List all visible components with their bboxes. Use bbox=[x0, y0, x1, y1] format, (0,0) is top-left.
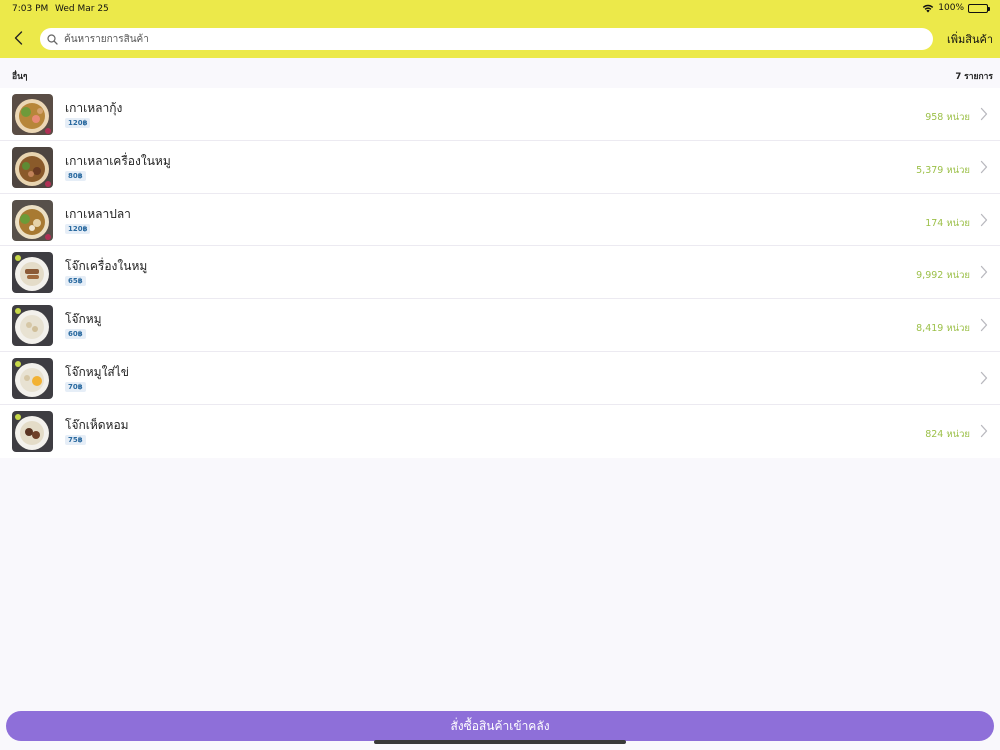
search-input[interactable] bbox=[62, 32, 902, 46]
product-thumbnail bbox=[12, 357, 53, 399]
section-title: อื่นๆ bbox=[12, 72, 28, 82]
chevron-right-icon bbox=[980, 266, 988, 279]
price-badge: 65฿ bbox=[65, 276, 86, 287]
product-thumbnail bbox=[12, 146, 53, 188]
product-row[interactable]: โจ๊กเครื่องในหมู 65฿ 9,992 หน่วย bbox=[0, 246, 1000, 300]
chevron-right-icon bbox=[980, 371, 988, 385]
product-name: โจ๊กหมูใส่ไข่ bbox=[65, 364, 129, 379]
product-name: เกาเหลากุ้ง bbox=[65, 101, 123, 115]
price-badge: 120฿ bbox=[65, 118, 91, 128]
price-badge: 80฿ bbox=[65, 170, 86, 181]
product-row[interactable]: เกาเหลาเครื่องในหมู 80฿ 5,379 หน่วย bbox=[0, 141, 1000, 194]
product-thumbnail bbox=[12, 410, 53, 452]
product-row[interactable]: โจ๊กเห็ดหอม 75฿ 824 หน่วย bbox=[0, 405, 1000, 458]
product-row[interactable]: เกาเหลากุ้ง 120฿ 958 หน่วย bbox=[0, 88, 1000, 141]
chevron-right-icon bbox=[980, 107, 988, 121]
wifi-icon bbox=[923, 4, 934, 13]
chevron-left-icon bbox=[14, 31, 22, 45]
section-header: อื่นๆ 7 รายการ bbox=[0, 58, 1000, 88]
chevron-right-icon bbox=[980, 319, 988, 332]
product-name: โจ๊กเครื่องในหมู bbox=[65, 259, 148, 274]
product-list: เกาเหลากุ้ง 120฿ 958 หน่วย เกาเหลาเครื่อ… bbox=[0, 88, 1000, 458]
section-count: 7 รายการ bbox=[955, 72, 993, 82]
product-name: เกาเหลาเครื่องในหมู bbox=[65, 153, 171, 168]
stock-quantity: 9,992 หน่วย bbox=[916, 270, 970, 282]
chevron-right-icon bbox=[980, 424, 988, 437]
product-row[interactable]: เกาเหลาปลา 120฿ 174 หน่วย bbox=[0, 194, 1000, 247]
stock-quantity: 824 หน่วย bbox=[925, 428, 970, 440]
stock-quantity: 958 หน่วย bbox=[925, 112, 970, 123]
search-icon bbox=[47, 33, 58, 45]
stock-quantity: 5,379 หน่วย bbox=[916, 164, 970, 176]
stock-quantity: 8,419 หน่วย bbox=[916, 323, 970, 335]
stock-quantity: 174 หน่วย bbox=[925, 217, 970, 229]
chevron-right-icon bbox=[980, 213, 988, 226]
battery-icon bbox=[968, 3, 990, 13]
add-product-button[interactable]: เพิ่มสินค้า bbox=[947, 30, 993, 48]
price-badge: 70฿ bbox=[65, 381, 86, 392]
price-badge: 120฿ bbox=[65, 223, 91, 234]
status-date: Wed Mar 25 bbox=[55, 4, 109, 14]
product-row[interactable]: โจ๊กหมู 60฿ 8,419 หน่วย bbox=[0, 299, 1000, 352]
product-name: เกาเหลาปลา bbox=[65, 206, 131, 221]
product-thumbnail bbox=[12, 252, 53, 294]
battery-percent: 100% bbox=[938, 3, 964, 13]
product-name: โจ๊กหมู bbox=[65, 312, 102, 327]
price-badge: 60฿ bbox=[65, 329, 86, 340]
price-badge: 75฿ bbox=[65, 434, 86, 445]
back-button[interactable] bbox=[8, 26, 28, 50]
nav-bar: เพิ่มสินค้า bbox=[0, 18, 1000, 58]
product-thumbnail bbox=[12, 305, 53, 347]
product-row[interactable]: โจ๊กหมูใส่ไข่ 70฿ bbox=[0, 352, 1000, 405]
home-indicator bbox=[374, 740, 626, 744]
search-box[interactable] bbox=[40, 28, 933, 50]
status-indicators: 100% bbox=[922, 3, 990, 13]
product-thumbnail bbox=[12, 199, 53, 241]
product-thumbnail bbox=[12, 94, 53, 135]
status-bar: 7:03 PM Wed Mar 25 100% bbox=[0, 0, 1000, 18]
status-time: 7:03 PM bbox=[12, 4, 49, 14]
order-stock-button[interactable]: สั่งซื้อสินค้าเข้าคลัง bbox=[6, 711, 994, 741]
product-name: โจ๊กเห็ดหอม bbox=[65, 417, 129, 432]
chevron-right-icon bbox=[980, 160, 988, 173]
